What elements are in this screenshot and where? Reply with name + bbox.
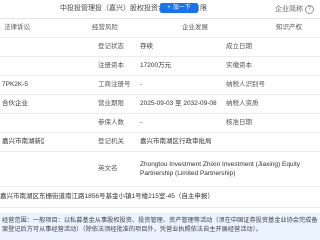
top-bar: 中投投管理投（嘉兴）股权投资合伙企业（有限 + 加一下 企业简称? [0, 0, 320, 19]
business-info-table: 法律诉讼 经营风险 企业发展 知识产权 登记状态 存续 成立日期 注册资本 17… [0, 19, 320, 208]
table-header-row: 法律诉讼 经营风险 企业发展 知识产权 [0, 19, 320, 38]
row-label: 登记状态 [98, 43, 124, 50]
business-scope-text: 经营范围：一般项目：以私募基金从事股权投资、投资管理、资产管理等活动（须在中国证… [2, 217, 318, 233]
tab-ip[interactable]: 知识产权 [276, 19, 320, 37]
row-value: 17200万元 [140, 62, 172, 69]
row-value: 7PK2K-5 [2, 81, 29, 88]
help-icon: ? [305, 4, 314, 14]
english-name-value: Zhongtou Investment Zhixin Investment (J… [140, 161, 301, 177]
right-link-label: 企业简称 [275, 6, 303, 13]
table-row-english-name: 英文名 Zhongtou Investment Zhixin Investmen… [0, 152, 320, 187]
add-button-label: 加一下 [172, 5, 191, 11]
table-row: 注册资本 17200万元 实缴资本 [0, 57, 320, 76]
row-label [0, 57, 44, 75]
row-value: - [140, 81, 143, 88]
row-value: - [140, 119, 143, 126]
row-label: 参保人数 [98, 119, 124, 126]
row-label: 成立日期 [226, 43, 252, 50]
business-scope: 经营范围：一般项目：以私募基金从事股权投资、投资管理、资产管理等活动（须在中国证… [0, 213, 320, 240]
tab-risk[interactable]: 经营风险 [92, 19, 132, 37]
table-row: 参保人数 - 核准日期 [0, 114, 320, 133]
address-row: 嘉兴市南湖区东栅街道南江路1856号基金小镇1号楼215室-45（自主申报） [0, 187, 320, 208]
row-value: 嘉兴市南湖新区 [2, 138, 44, 145]
row-value: 嘉兴市南湖区行政审批局 [140, 138, 212, 145]
tab-development[interactable]: 企业发展 [182, 19, 226, 37]
plus-icon: + [167, 5, 171, 11]
row-value: 存续 [140, 43, 153, 50]
row-label: 登记机关 [98, 138, 124, 145]
row-value [0, 114, 44, 132]
address-value: 嘉兴市南湖区东栅街道南江路1856号基金小镇1号楼215室-45（自主申报） [0, 193, 214, 200]
row-label: 营业期限 [98, 100, 124, 107]
tab-legal[interactable]: 法律诉讼 [0, 19, 46, 37]
row-value: 合伙企业 [2, 100, 28, 107]
row-label: 纳税人识别号 [226, 81, 265, 88]
table-row: 嘉兴市南湖新区 登记机关 嘉兴市南湖区行政审批局 [0, 133, 320, 152]
row-label: 注册资本 [98, 62, 124, 69]
row-label: 英文名 [98, 165, 118, 172]
row-label: 实缴资本 [226, 62, 252, 69]
row-value: 2025-09-03 至 2032-09-08 [140, 100, 217, 107]
table-row: 7PK2K-5 工商注册号 - 纳税人识别号 [0, 76, 320, 95]
add-button[interactable]: + 加一下 [160, 3, 198, 13]
row-label: 核准日期 [226, 119, 252, 126]
row-label: 工商注册号 [98, 81, 131, 88]
table-row: 合伙企业 营业期限 2025-09-03 至 2032-09-08 纳税人资质 [0, 95, 320, 114]
right-link[interactable]: 企业简称? [275, 4, 314, 14]
row-label [0, 38, 44, 56]
table-row: 登记状态 存续 成立日期 [0, 38, 320, 57]
row-label: 纳税人资质 [226, 100, 259, 107]
